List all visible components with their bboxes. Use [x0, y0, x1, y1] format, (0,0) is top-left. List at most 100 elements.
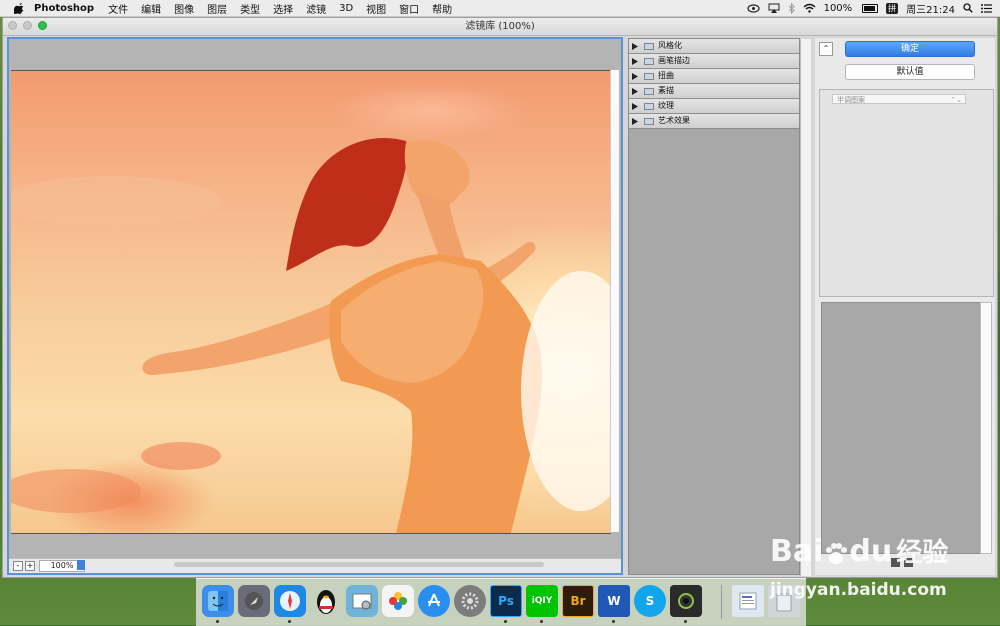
fullscreen-window-icon[interactable]: [38, 21, 47, 30]
filter-category-sketch[interactable]: 素描: [629, 84, 799, 99]
disclosure-triangle-icon[interactable]: [632, 87, 640, 95]
flower-icon[interactable]: [382, 585, 414, 617]
window-controls: [8, 21, 47, 30]
finder-icon[interactable]: [202, 585, 234, 617]
filter-list-scrollbar[interactable]: [800, 39, 811, 576]
menu-view[interactable]: 视图: [366, 1, 386, 16]
filter-category-list: 风格化 画笔描边 扭曲 素描 纹理 艺术效果: [628, 38, 811, 576]
menu-3d[interactable]: 3D: [339, 3, 353, 14]
bluetooth-icon[interactable]: [788, 2, 795, 14]
penguin-icon[interactable]: [310, 585, 342, 617]
photos-preview-icon[interactable]: [346, 585, 378, 617]
filter-category-label: 画笔描边: [658, 56, 690, 65]
document-icon[interactable]: [732, 585, 764, 617]
preview-area[interactable]: - + 100%: [7, 37, 623, 575]
disclosure-triangle-icon[interactable]: [632, 102, 640, 110]
disclosure-triangle-icon[interactable]: [632, 72, 640, 80]
menu-select[interactable]: 选择: [273, 1, 293, 16]
filter-category-label: 素描: [658, 86, 674, 95]
app-menu-photoshop[interactable]: Photoshop: [34, 3, 94, 14]
menu-bar: Photoshop 文件 编辑 图像 图层 类型 选择 滤镜 3D 视图 窗口 …: [0, 0, 1000, 17]
zoom-out-button[interactable]: -: [13, 561, 23, 571]
wifi-icon[interactable]: [803, 3, 816, 13]
woman-sunset-photo: [11, 137, 611, 533]
filter-category-label: 扭曲: [658, 71, 674, 80]
disclosure-triangle-icon[interactable]: [632, 57, 640, 65]
input-method-indicator[interactable]: 拼: [886, 2, 899, 14]
photoshop-icon[interactable]: Ps: [490, 585, 522, 617]
gear-icon[interactable]: [454, 585, 486, 617]
window-title: 滤镜库 (100%): [465, 21, 535, 32]
effect-layers-list[interactable]: [821, 302, 983, 554]
bridge-icon[interactable]: Br: [562, 585, 594, 617]
clock[interactable]: 周三21:24: [906, 1, 955, 16]
dock-separator: [721, 585, 722, 619]
filter-options-box: 半调图案 ⌃⌄: [819, 89, 994, 297]
folder-icon: [644, 42, 654, 50]
menu-file[interactable]: 文件: [108, 1, 128, 16]
disclosure-triangle-icon[interactable]: [632, 117, 640, 125]
menu-type[interactable]: 类型: [240, 1, 260, 16]
camera-icon[interactable]: [670, 585, 702, 617]
filter-category-brush-strokes[interactable]: 画笔描边: [629, 54, 799, 69]
folder-icon: [644, 57, 654, 65]
filter-category-artistic[interactable]: 艺术效果: [629, 114, 799, 129]
menu-window[interactable]: 窗口: [399, 1, 419, 16]
effect-select[interactable]: 半调图案 ⌃⌄: [832, 94, 966, 104]
word-icon[interactable]: W: [598, 585, 630, 617]
disclosure-triangle-icon[interactable]: [632, 42, 640, 50]
spotlight-search-icon[interactable]: [963, 3, 973, 13]
filter-category-label: 纹理: [658, 101, 674, 110]
watermark-cn: 经验: [896, 538, 949, 568]
menu-layer[interactable]: 图层: [207, 1, 227, 16]
default-button[interactable]: 默认值: [845, 64, 975, 80]
zoom-in-button[interactable]: +: [25, 561, 35, 571]
collapse-filter-list-button[interactable]: ⌃: [819, 42, 833, 56]
select-stepper-icon: ⌃⌄: [950, 96, 962, 104]
folder-icon: [644, 102, 654, 110]
menu-filter[interactable]: 滤镜: [306, 1, 326, 16]
paw-icon: [823, 540, 849, 566]
filter-category-texture[interactable]: 纹理: [629, 99, 799, 114]
airplay-icon[interactable]: [768, 3, 780, 13]
compass-icon[interactable]: [274, 585, 306, 617]
filter-category-distort[interactable]: 扭曲: [629, 69, 799, 84]
effect-layers-scrollbar[interactable]: [980, 302, 992, 554]
filter-category-label: 风格化: [658, 41, 682, 50]
window-titlebar[interactable]: 滤镜库 (100%): [3, 18, 997, 36]
filter-category-stylize[interactable]: 风格化: [629, 39, 799, 54]
folder-icon: [644, 72, 654, 80]
baidu-jingyan-watermark: Bai du 经验 jingyan.baidu.com: [770, 520, 995, 610]
battery-icon[interactable]: [862, 3, 879, 13]
folder-icon: [644, 117, 654, 125]
running-indicator: [612, 620, 615, 623]
skype-icon[interactable]: S: [634, 585, 666, 617]
menu-image[interactable]: 图像: [174, 1, 194, 16]
filter-category-label: 艺术效果: [658, 116, 690, 125]
running-indicator: [288, 620, 291, 623]
appstore-icon[interactable]: [418, 585, 450, 617]
iqiyi-icon[interactable]: iQIY: [526, 585, 558, 617]
zoom-dropdown-arrow-icon[interactable]: [77, 560, 85, 570]
creative-cloud-icon[interactable]: [746, 3, 760, 13]
close-window-icon[interactable]: [8, 21, 17, 30]
running-indicator: [504, 620, 507, 623]
preview-vertical-scrollbar[interactable]: [610, 70, 619, 532]
ok-button[interactable]: 确定: [845, 41, 975, 57]
running-indicator: [684, 620, 687, 623]
preview-image[interactable]: [11, 70, 611, 534]
menu-help[interactable]: 帮助: [432, 1, 452, 16]
minimize-window-icon[interactable]: [23, 21, 32, 30]
apple-icon[interactable]: [12, 2, 26, 14]
rocket-icon[interactable]: [238, 585, 270, 617]
menu-edit[interactable]: 编辑: [141, 1, 161, 16]
preview-horizontal-scrollbar[interactable]: [174, 562, 544, 567]
running-indicator: [216, 620, 219, 623]
watermark-brand-suffix: du: [849, 534, 893, 569]
dock: Ps iQIY Br W S: [196, 578, 806, 626]
notification-center-icon[interactable]: [981, 3, 992, 13]
folder-icon: [644, 87, 654, 95]
effect-select-value: 半调图案: [837, 96, 865, 104]
battery-percent: 100%: [823, 2, 853, 14]
watermark-url: jingyan.baidu.com: [770, 580, 947, 600]
